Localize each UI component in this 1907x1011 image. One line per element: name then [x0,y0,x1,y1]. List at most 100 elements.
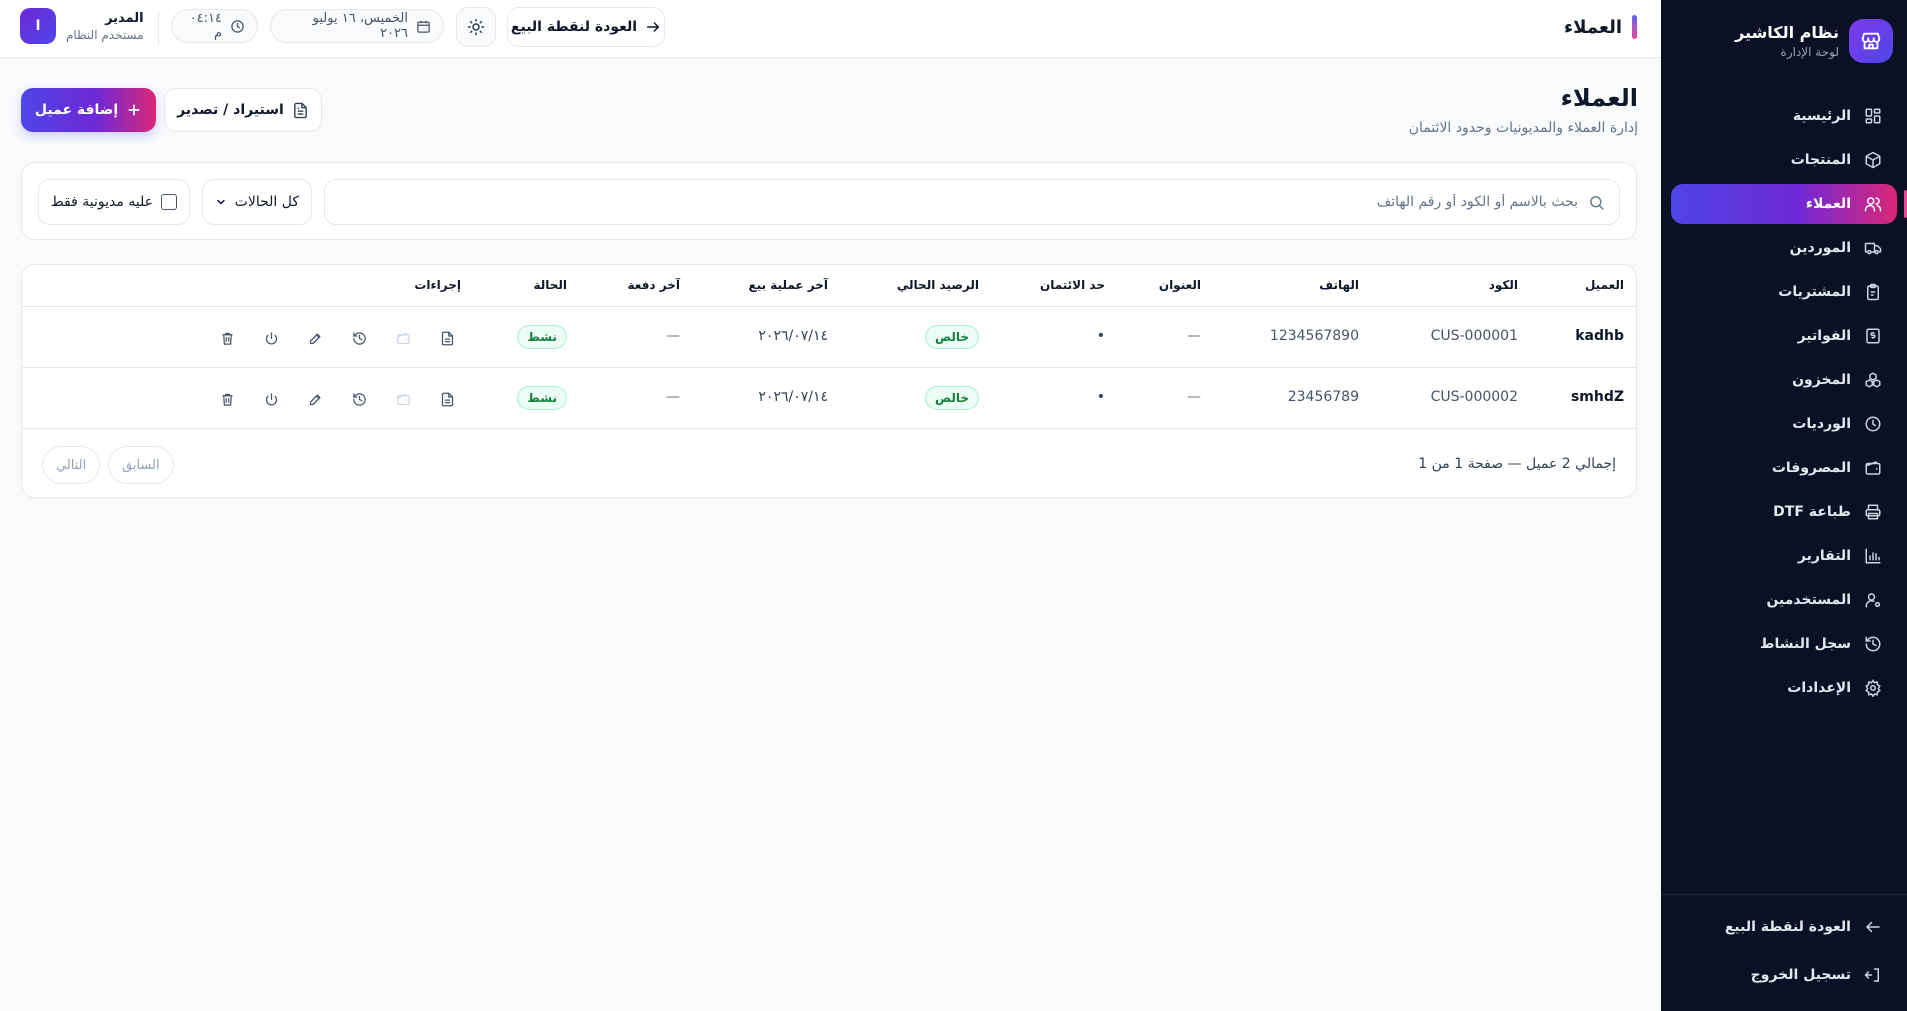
wallet-icon [1863,458,1883,478]
sidebar-item-suppliers[interactable]: الموردين [1671,228,1897,268]
debt-only-filter[interactable]: عليه مديونية فقط [38,179,190,225]
customer-code: CUS-000002 [1430,389,1518,405]
toggle-active-button[interactable] [260,327,282,349]
page-subtitle: إدارة العملاء والمديونيات وحدود الائتمان [1408,120,1638,136]
sun-icon [467,18,485,36]
search-box [324,179,1620,225]
pencil-icon [308,331,323,346]
sidebar-back-to-pos[interactable]: العودة لنقطة البيع [1671,907,1897,947]
col-balance: الرصيد الحالي [896,278,979,292]
edit-button[interactable] [304,327,326,349]
clock-icon [1863,414,1883,434]
sidebar-footer: العودة لنقطة البيع تسجيل الخروج [1661,894,1907,1003]
sidebar-item-purchases[interactable]: المشتريات [1671,272,1897,312]
delete-button[interactable] [216,327,238,349]
sidebar-item-label: التقارير [1797,548,1851,564]
col-last-sale: آخر عملية بيع [748,278,829,292]
prev-page-button[interactable]: السابق [108,446,174,484]
sidebar-nav: الرئيسية المنتجات العملاء الموردين المشت… [1661,96,1907,712]
payment-button[interactable] [392,327,414,349]
customer-name: kadhb [1575,328,1624,344]
sidebar-item-activity-log[interactable]: سجل النشاط [1671,624,1897,664]
sidebar-item-label: المصروفات [1771,460,1851,476]
sidebar-item-expenses[interactable]: المصروفات [1671,448,1897,488]
customer-phone: 1234567890 [1269,328,1359,344]
plus-icon [126,102,142,118]
col-credit-limit: حد الائتمان [1039,278,1105,292]
sidebar-item-label: الرئيسية [1792,108,1851,124]
file-icon [292,102,309,119]
customer-credit-limit: • [1096,389,1105,405]
search-input[interactable] [325,182,1578,222]
next-page-button[interactable]: التالي [42,446,101,484]
customer-credit-limit: • [1096,328,1105,344]
status-select-value: كل الحالات [234,194,299,210]
statement-button[interactable] [436,327,458,349]
sidebar-item-label: المنتجات [1790,152,1851,168]
wallet-icon [396,392,411,407]
debt-only-checkbox[interactable] [161,194,177,210]
title-accent-bar [1632,15,1637,39]
sidebar-back-label: العودة لنقطة البيع [1724,919,1851,935]
sidebar-item-label: سجل النشاط [1759,636,1851,652]
power-icon [264,392,279,407]
sidebar-item-inventory[interactable]: المخزون [1671,360,1897,400]
brand-subtitle: لوحة الإدارة [1780,45,1839,59]
power-icon [264,331,279,346]
dashboard-icon [1863,106,1883,126]
sidebar-item-home[interactable]: الرئيسية [1671,96,1897,136]
customer-name: smhdZ [1570,389,1624,405]
sidebar-item-dtf-print[interactable]: طباعة DTF [1671,492,1897,532]
history-button[interactable] [348,388,370,410]
delete-button[interactable] [216,388,238,410]
customer-last-payment: — [666,389,680,405]
balance-badge: خالص [924,386,979,410]
customer-address: — [1187,328,1201,344]
sidebar-item-customers[interactable]: العملاء [1671,184,1907,224]
sidebar-item-label: المخزون [1792,372,1851,388]
edit-button[interactable] [304,388,326,410]
table-header: العميل الكود الهاتف العنوان حد الائتمان … [22,265,1636,307]
sidebar-item-products[interactable]: المنتجات [1671,140,1897,180]
receipt-icon [1863,326,1883,346]
customer-last-sale: ٢٠٢٦/٠٧/١٤ [758,328,828,344]
status-select[interactable]: كل الحالات [202,179,312,225]
customer-last-sale: ٢٠٢٦/٠٧/١٤ [758,389,828,405]
import-export-button[interactable]: استيراد / تصدير [164,88,322,132]
sidebar-logout[interactable]: تسجيل الخروج [1671,955,1897,995]
search-icon [1588,194,1605,211]
balance-badge: خالص [924,325,979,349]
sidebar-item-label: الإعدادات [1787,680,1851,696]
history-icon [352,331,367,346]
toggle-active-button[interactable] [260,388,282,410]
statement-button[interactable] [436,388,458,410]
trash-icon [220,331,235,346]
logout-icon [1863,965,1883,985]
sidebar-item-users[interactable]: المستخدمين [1671,580,1897,620]
sidebar-item-settings[interactable]: الإعدادات [1671,668,1897,708]
topbar-title: العملاء [1564,15,1637,39]
customer-phone: 23456789 [1287,389,1359,405]
time-pill: ٠٤:١٤ م [171,9,258,43]
theme-toggle-button[interactable] [456,7,496,47]
sidebar-item-reports[interactable]: التقارير [1671,536,1897,576]
brand-title: نظام الكاشير [1735,23,1839,42]
sidebar-item-invoices[interactable]: الفواتير [1671,316,1897,356]
gear-icon [1863,678,1883,698]
col-actions: إجراءات [414,278,461,292]
arrow-right-icon [1863,917,1883,937]
truck-icon [1863,238,1883,258]
user-menu[interactable]: ا المدير مستخدم النظام [20,8,144,44]
payment-button[interactable] [392,388,414,410]
table-footer: إجمالي 2 عميل — صفحة 1 من 1 السابق التال… [22,429,1636,497]
clipboard-icon [1863,282,1883,302]
back-to-pos-button[interactable]: العودة لنقطة البيع [507,7,665,47]
date-text: الخميس، ١٦ يوليو ٢٠٢٦ [312,11,408,41]
history-button[interactable] [348,327,370,349]
sidebar-item-shifts[interactable]: الورديات [1671,404,1897,444]
customer-last-payment: — [666,328,680,344]
users-icon [1863,194,1883,214]
date-pill: الخميس، ١٦ يوليو ٢٠٢٦ [270,9,444,43]
add-customer-button[interactable]: إضافة عميل [21,88,156,132]
customer-address: — [1187,389,1201,405]
